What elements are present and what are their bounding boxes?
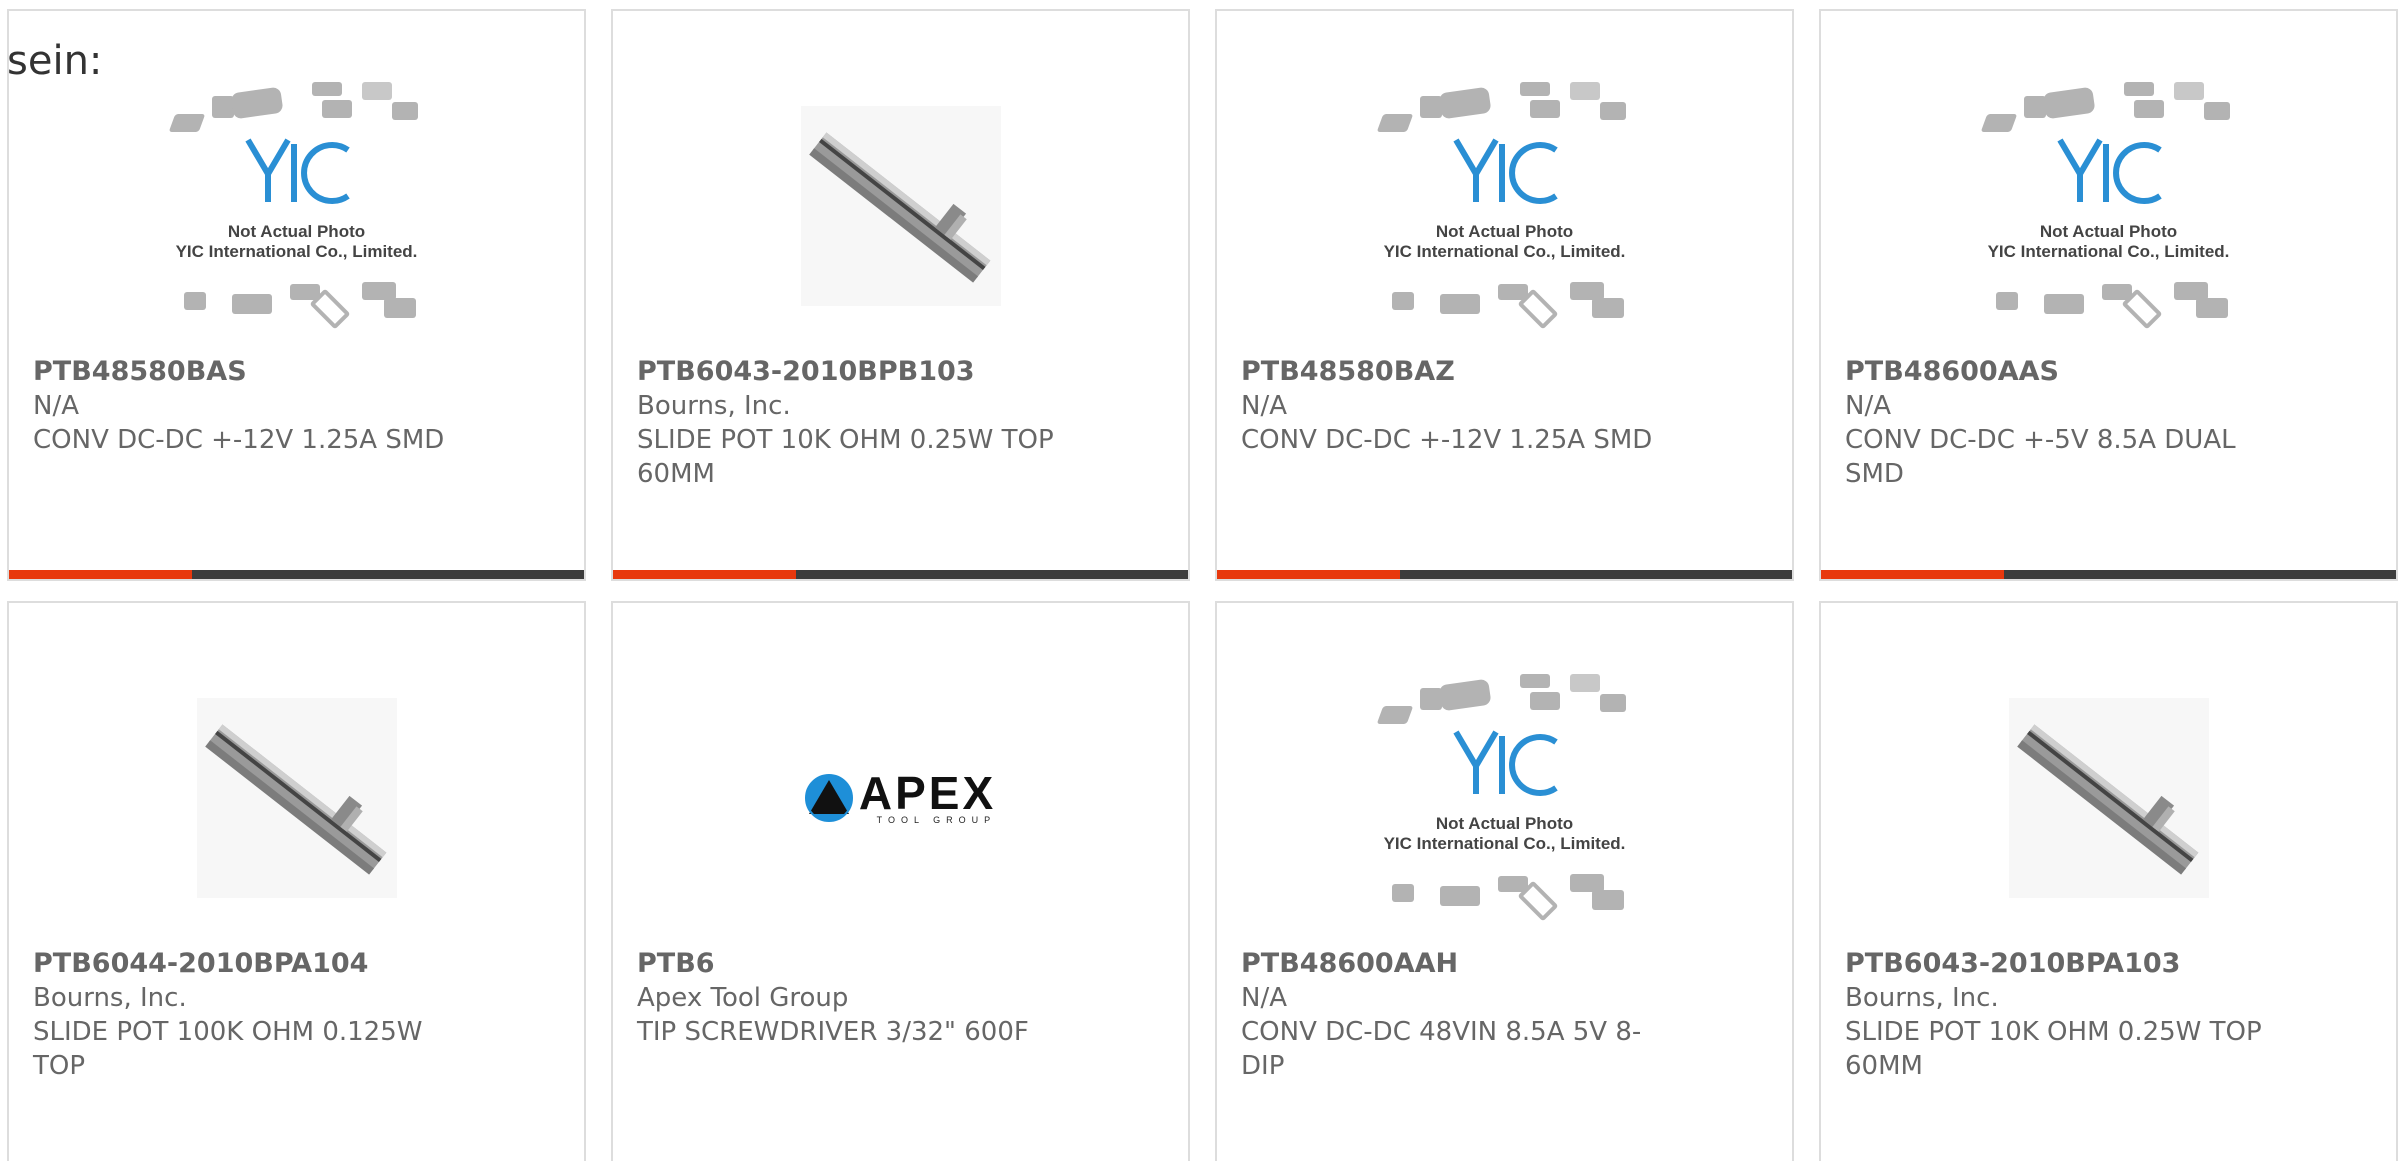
- product-image: [1821, 653, 2396, 943]
- card-bottom-bar: [1217, 570, 1792, 579]
- yic-logo-icon: [1452, 730, 1558, 796]
- part-number[interactable]: PTB48580BAZ: [1241, 355, 1672, 389]
- product-card[interactable]: APEX TOOL GROUP PTB6 Apex Tool Group TIP…: [611, 601, 1190, 1161]
- apex-logo: APEX TOOL GROUP: [804, 770, 996, 825]
- slide-pot-image: [800, 106, 1001, 306]
- product-image: Not Actual Photo YIC International Co., …: [1217, 61, 1792, 351]
- product-image: Not Actual Photo YIC International Co., …: [9, 61, 584, 351]
- yic-placeholder-image: Not Actual Photo YIC International Co., …: [1370, 76, 1640, 336]
- yic-placeholder-image: Not Actual Photo YIC International Co., …: [1370, 668, 1640, 928]
- part-number[interactable]: PTB6043-2010BPB103: [637, 355, 1068, 389]
- slide-pot-image: [196, 698, 397, 898]
- slide-pot-icon: [2016, 724, 2198, 875]
- product-card[interactable]: PTB6043-2010BPA103 Bourns, Inc. SLIDE PO…: [1819, 601, 2398, 1161]
- slide-pot-icon: [204, 724, 386, 875]
- description: CONV DC-DC 48VIN 8.5A 5V 8-DIP: [1241, 1017, 1642, 1081]
- product-image: [9, 653, 584, 943]
- product-grid: Not Actual Photo YIC International Co., …: [7, 9, 2398, 1161]
- card-bottom-bar: [613, 570, 1188, 579]
- page-heading: sein:: [7, 38, 103, 84]
- card-bottom-bar: [1821, 570, 2396, 579]
- yic-placeholder-image: Not Actual Photo YIC International Co., …: [162, 76, 432, 336]
- manufacturer: Apex Tool Group: [637, 983, 849, 1013]
- product-info: PTB48580BAZ N/A CONV DC-DC +-12V 1.25A S…: [1241, 355, 1672, 457]
- description: SLIDE POT 100K OHM 0.125W TOP: [33, 1017, 423, 1081]
- slide-pot-image: [2008, 698, 2209, 898]
- apex-logo-icon: [804, 774, 853, 822]
- product-info: PTB6043-2010BPB103 Bourns, Inc. SLIDE PO…: [637, 355, 1068, 491]
- slide-pot-icon: [808, 132, 990, 283]
- yic-logo-icon: [1452, 138, 1558, 204]
- description: SLIDE POT 10K OHM 0.25W TOP 60MM: [1845, 1017, 2262, 1081]
- description: CONV DC-DC +-5V 8.5A DUAL SMD: [1845, 425, 2236, 489]
- product-card[interactable]: Not Actual Photo YIC International Co., …: [7, 9, 586, 581]
- product-info: PTB6044-2010BPA104 Bourns, Inc. SLIDE PO…: [33, 947, 464, 1083]
- product-info: PTB48600AAH N/A CONV DC-DC 48VIN 8.5A 5V…: [1241, 947, 1672, 1083]
- product-card[interactable]: PTB6044-2010BPA104 Bourns, Inc. SLIDE PO…: [7, 601, 586, 1161]
- product-card[interactable]: Not Actual Photo YIC International Co., …: [1819, 9, 2398, 581]
- manufacturer: Bourns, Inc.: [1845, 983, 1999, 1013]
- part-number[interactable]: PTB6044-2010BPA104: [33, 947, 464, 981]
- yic-logo-icon: [2056, 138, 2162, 204]
- manufacturer: Bourns, Inc.: [637, 391, 791, 421]
- description: CONV DC-DC +-12V 1.25A SMD: [1241, 425, 1653, 455]
- product-card[interactable]: PTB6043-2010BPB103 Bourns, Inc. SLIDE PO…: [611, 9, 1190, 581]
- manufacturer: N/A: [33, 391, 79, 421]
- description: CONV DC-DC +-12V 1.25A SMD: [33, 425, 445, 455]
- product-image: Not Actual Photo YIC International Co., …: [1217, 653, 1792, 943]
- card-bottom-bar: [9, 570, 584, 579]
- product-image: APEX TOOL GROUP: [613, 653, 1188, 943]
- yic-logo-icon: [244, 138, 350, 204]
- part-number[interactable]: PTB48580BAS: [33, 355, 464, 389]
- product-card[interactable]: Not Actual Photo YIC International Co., …: [1215, 601, 1794, 1161]
- yic-placeholder-image: Not Actual Photo YIC International Co., …: [1974, 76, 2244, 336]
- part-number[interactable]: PTB48600AAS: [1845, 355, 2276, 389]
- manufacturer: N/A: [1241, 983, 1287, 1013]
- manufacturer: Bourns, Inc.: [33, 983, 187, 1013]
- description: SLIDE POT 10K OHM 0.25W TOP 60MM: [637, 425, 1054, 489]
- product-image: [613, 61, 1188, 351]
- part-number[interactable]: PTB6: [637, 947, 1068, 981]
- product-info: PTB48600AAS N/A CONV DC-DC +-5V 8.5A DUA…: [1845, 355, 2276, 491]
- part-number[interactable]: PTB6043-2010BPA103: [1845, 947, 2276, 981]
- product-info: PTB6 Apex Tool Group TIP SCREWDRIVER 3/3…: [637, 947, 1068, 1049]
- manufacturer: N/A: [1845, 391, 1891, 421]
- product-info: PTB6043-2010BPA103 Bourns, Inc. SLIDE PO…: [1845, 947, 2276, 1083]
- description: TIP SCREWDRIVER 3/32" 600F: [637, 1017, 1029, 1047]
- part-number[interactable]: PTB48600AAH: [1241, 947, 1672, 981]
- product-card[interactable]: Not Actual Photo YIC International Co., …: [1215, 9, 1794, 581]
- manufacturer: N/A: [1241, 391, 1287, 421]
- product-image: Not Actual Photo YIC International Co., …: [1821, 61, 2396, 351]
- product-info: PTB48580BAS N/A CONV DC-DC +-12V 1.25A S…: [33, 355, 464, 457]
